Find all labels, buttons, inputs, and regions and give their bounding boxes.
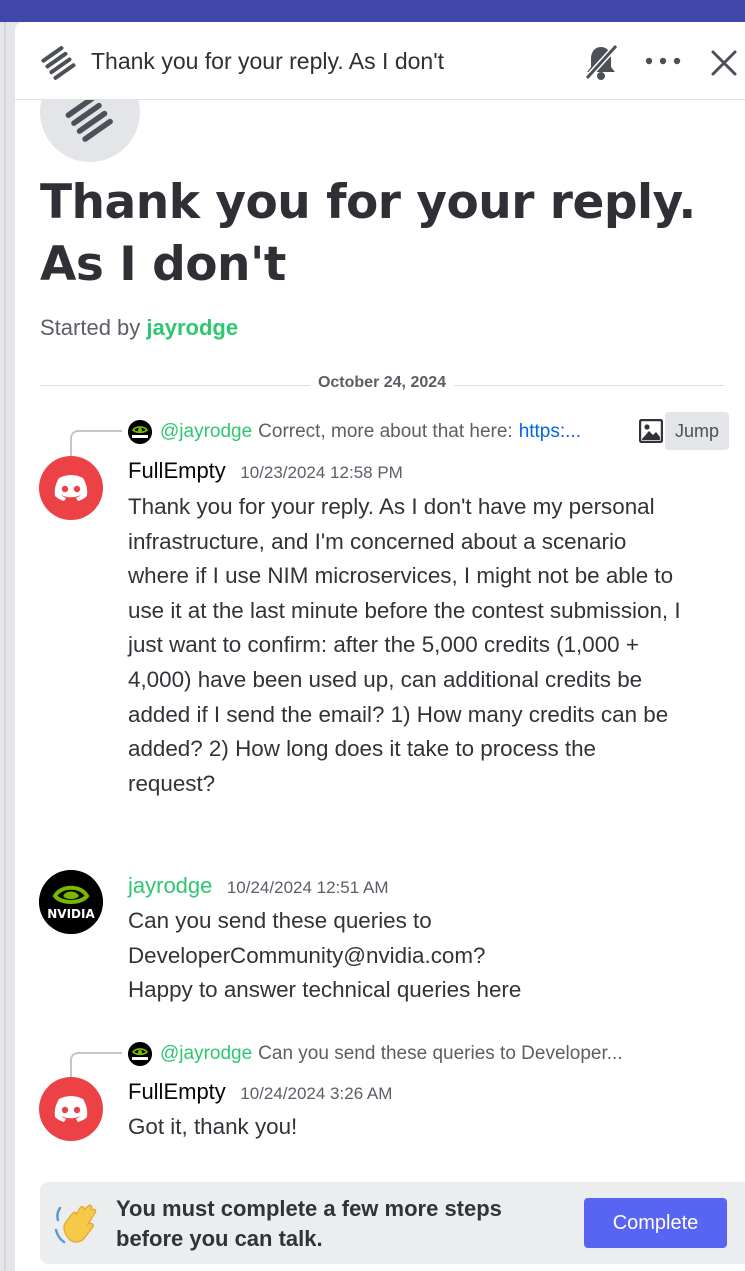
message-header: FullEmpty 10/24/2024 3:26 AM: [128, 1079, 392, 1107]
thread-title: Thank you for your reply. As I don't: [40, 175, 696, 292]
reply-mention[interactable]: @jayrodge: [160, 1043, 252, 1065]
message-line: Can you send these queries to: [128, 908, 432, 933]
message-body: Got it, thank you!: [128, 1114, 298, 1139]
nvidia-logo-icon: [128, 1042, 152, 1066]
svg-text:NVIDIA: NVIDIA: [47, 907, 95, 921]
reply-mention[interactable]: @jayrodge: [160, 421, 252, 443]
message-author[interactable]: FullEmpty: [128, 1079, 226, 1104]
jump-button[interactable]: Jump: [665, 412, 730, 450]
avatar[interactable]: [39, 456, 103, 520]
discord-logo-icon: [54, 475, 88, 501]
nvidia-logo-icon: [128, 420, 152, 444]
reply-text: Can you send these queries to Developer.…: [258, 1043, 623, 1064]
message-body: Thank you for your reply. As I don't hav…: [128, 494, 681, 796]
date-divider: October 24, 2024: [40, 374, 724, 396]
notice-text: You must complete a few more steps befor…: [116, 1196, 502, 1251]
message-timestamp: 10/23/2024 12:58 PM: [240, 463, 403, 482]
close-icon[interactable]: [709, 48, 739, 78]
reply-connector: [70, 430, 122, 458]
date-divider-label: October 24, 2024: [309, 374, 455, 392]
jump-area: Jump: [639, 412, 730, 450]
message-author[interactable]: jayrodge: [128, 873, 212, 898]
nvidia-logo-icon: NVIDIA: [39, 870, 103, 934]
message-line[interactable]: DeveloperCommunity@nvidia.com?: [128, 939, 688, 974]
message-header: FullEmpty 10/23/2024 12:58 PM: [128, 458, 403, 486]
message-author[interactable]: FullEmpty: [128, 458, 226, 483]
message-timestamp: 10/24/2024 3:26 AM: [240, 1084, 393, 1103]
discord-logo-icon: [54, 1096, 88, 1122]
reply-link[interactable]: https:...: [519, 421, 581, 443]
message-header: jayrodge 10/24/2024 12:51 AM: [128, 873, 388, 901]
started-by-user[interactable]: jayrodge: [146, 315, 238, 340]
message-line: Happy to answer technical queries here: [128, 977, 522, 1003]
wave-hand-icon: [54, 1204, 97, 1244]
thread-panel: Thank you for your reply. As I don't Tha…: [15, 22, 745, 1271]
image-icon: [639, 419, 663, 443]
message-body: Can you send these queries to DeveloperC…: [128, 904, 688, 1008]
reply-preview[interactable]: @jayrodge Correct, more about that here:…: [128, 418, 581, 446]
thread-icon: [41, 46, 76, 80]
bell-slash-icon[interactable]: [583, 42, 619, 82]
started-by-label: Started by: [40, 315, 141, 340]
avatar[interactable]: [39, 1077, 103, 1141]
message-timestamp: 10/24/2024 12:51 AM: [226, 878, 389, 897]
avatar[interactable]: NVIDIA: [39, 870, 103, 934]
reply-preview[interactable]: @jayrodge Can you send these queries to …: [128, 1040, 623, 1068]
thread-header: Thank you for your reply. As I don't: [15, 22, 745, 100]
header-title: Thank you for your reply. As I don't: [91, 48, 444, 74]
window-top-bar: [0, 0, 745, 22]
more-icon[interactable]: [643, 48, 683, 74]
started-by: Started by jayrodge: [40, 315, 238, 341]
reply-text: Correct, more about that here:: [258, 421, 513, 442]
verification-notice: You must complete a few more steps befor…: [40, 1182, 745, 1264]
left-gutter: [0, 22, 15, 1271]
reply-connector: [70, 1052, 122, 1078]
complete-button[interactable]: Complete: [584, 1198, 727, 1248]
